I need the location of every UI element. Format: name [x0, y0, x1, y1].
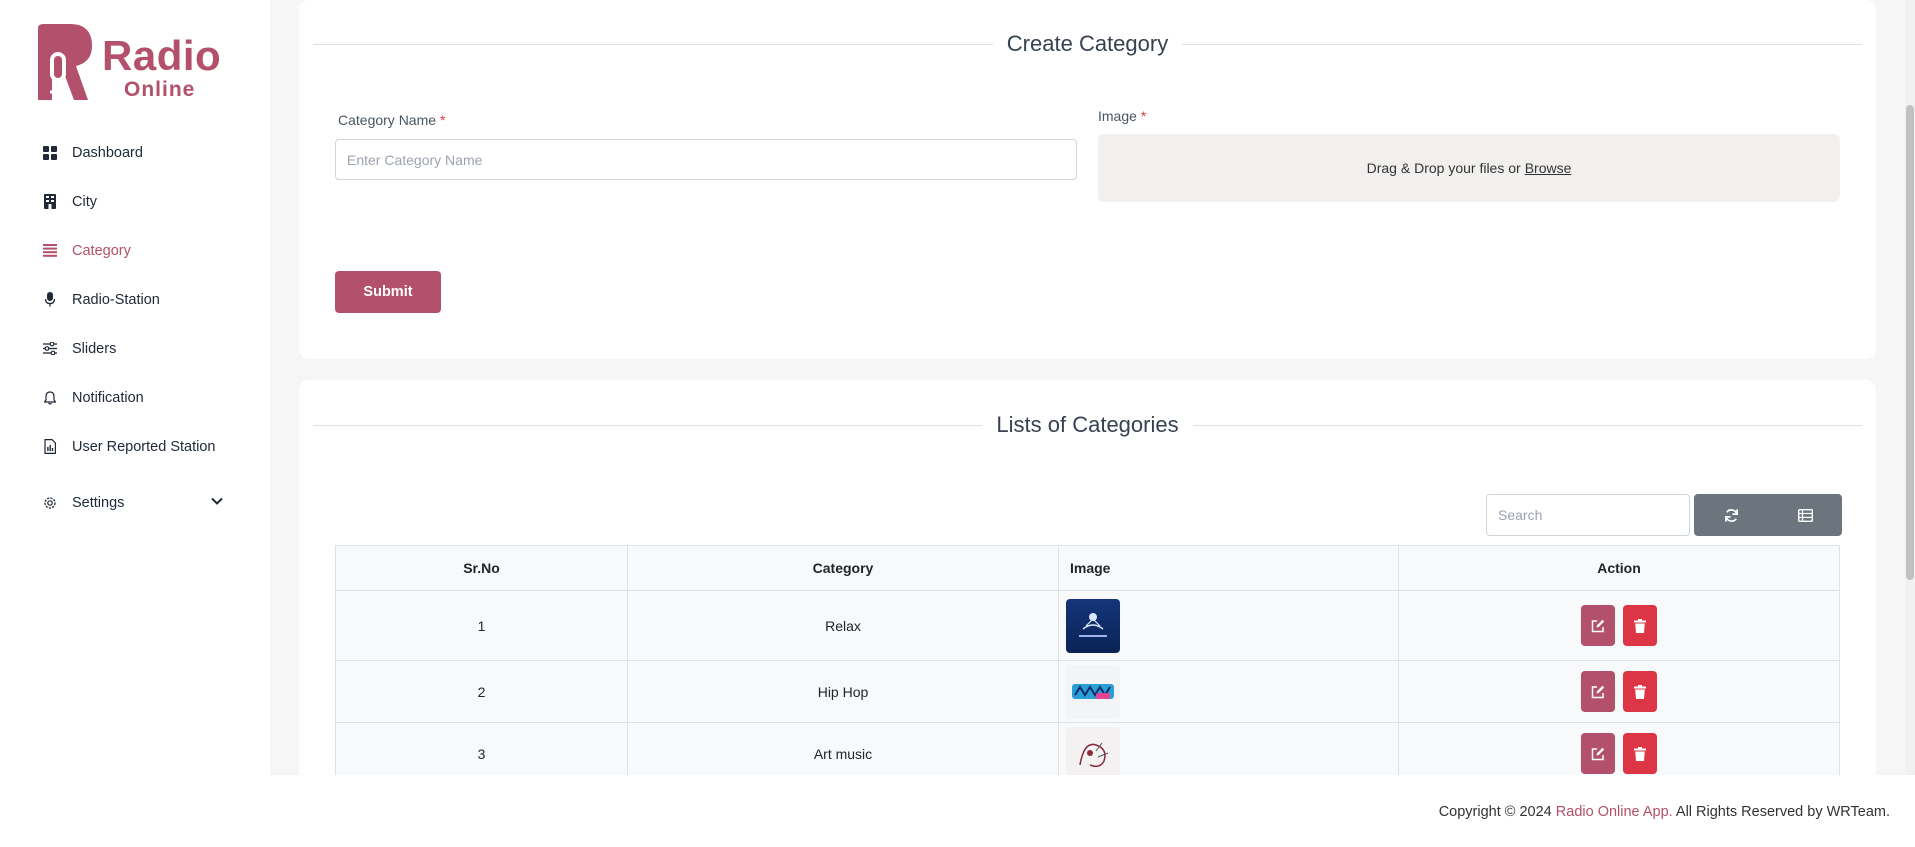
sidebar-item-label: City	[72, 193, 97, 210]
bell-icon	[42, 390, 58, 406]
sidebar-nav: Dashboard City Category Radio-Station Sl…	[0, 128, 270, 527]
sidebar-item-label: Dashboard	[72, 144, 143, 161]
columns-toggle-icon	[1797, 508, 1813, 522]
cell-sr-no: 1	[335, 590, 628, 661]
edit-icon	[1591, 747, 1605, 760]
create-category-card: Create Category Category Name * Image * …	[299, 0, 1876, 359]
refresh-icon	[1724, 508, 1738, 522]
divider	[1192, 424, 1863, 426]
sidebar-item-label: Settings	[72, 494, 125, 511]
category-list-card: Lists of Categories Sr.No Category Image…	[299, 380, 1876, 785]
sidebar-item-label: Notification	[72, 389, 144, 406]
edit-icon	[1591, 685, 1605, 698]
sidebar-item-city[interactable]: City	[0, 177, 270, 226]
category-name-label-text: Category Name	[338, 112, 437, 128]
edit-button[interactable]	[1581, 605, 1615, 646]
footer-copyright: Copyright © 2024 Radio Online App. All R…	[1439, 804, 1890, 820]
browse-link[interactable]: Browse	[1525, 160, 1572, 176]
art-music-thumbnail[interactable]	[1066, 726, 1120, 781]
footer: Copyright © 2024 Radio Online App. All R…	[0, 775, 1915, 847]
image-dropzone[interactable]: Drag & Drop your files or Browse	[1098, 134, 1840, 202]
column-header-image[interactable]: Image	[1058, 545, 1399, 591]
scrollbar-thumb[interactable]	[1906, 105, 1914, 580]
edit-button[interactable]	[1581, 671, 1615, 712]
category-name-input[interactable]	[335, 139, 1077, 180]
cell-category: Relax	[627, 590, 1059, 661]
required-mark: *	[439, 112, 446, 128]
relax-thumbnail[interactable]	[1066, 598, 1120, 653]
cell-image	[1058, 590, 1399, 661]
sidebar-item-label: User Reported Station	[72, 438, 216, 455]
columns-toggle-button[interactable]	[1768, 494, 1842, 536]
sidebar-item-label: Radio-Station	[72, 291, 160, 308]
required-mark: *	[1140, 108, 1147, 124]
table-header-row: Sr.No Category Image Action	[335, 545, 1840, 591]
cell-sr-no: 2	[335, 660, 628, 723]
dropzone-text: Drag & Drop your files or	[1366, 160, 1521, 176]
cell-actions	[1398, 590, 1840, 661]
cell-actions	[1398, 660, 1840, 723]
page-scrollbar[interactable]	[1905, 0, 1915, 775]
sliders-icon	[42, 341, 58, 357]
categories-table: Sr.No Category Image Action 1 Relax 2 Hi…	[335, 545, 1840, 785]
chevron-down-icon[interactable]	[210, 494, 224, 508]
sidebar-item-dashboard[interactable]: Dashboard	[0, 128, 270, 177]
search-input[interactable]	[1486, 494, 1690, 536]
footer-prefix: Copyright © 2024	[1438, 804, 1552, 820]
list-title-row: Lists of Categories	[313, 412, 1863, 437]
create-category-title-row: Create Category	[313, 31, 1863, 56]
delete-button[interactable]	[1623, 605, 1657, 646]
footer-suffix: All Rights Reserved by WRTeam.	[1675, 804, 1890, 820]
edit-button[interactable]	[1581, 733, 1615, 774]
sidebar-item-notification[interactable]: Notification	[0, 373, 270, 422]
table-row: 2 Hip Hop	[335, 660, 1840, 723]
sidebar-item-radio-station[interactable]: Radio-Station	[0, 275, 270, 324]
edit-icon	[1591, 619, 1605, 632]
column-header-action[interactable]: Action	[1398, 545, 1840, 591]
gear-icon	[42, 495, 58, 511]
delete-button[interactable]	[1623, 671, 1657, 712]
logo-title: Radio	[102, 32, 222, 79]
dashboard-grid-icon	[42, 145, 58, 161]
list-icon	[42, 243, 58, 259]
divider	[313, 424, 983, 426]
sidebar-item-category[interactable]: Category	[0, 226, 270, 275]
table-button-group	[1694, 494, 1842, 536]
cell-category: Hip Hop	[627, 660, 1059, 723]
divider	[313, 43, 993, 45]
cell-image	[1058, 660, 1399, 723]
table-row: 1 Relax	[335, 590, 1840, 661]
sidebar-item-label: Category	[72, 242, 131, 259]
list-title: Lists of Categories	[996, 412, 1179, 437]
microphone-icon	[42, 292, 58, 308]
logo[interactable]: Radio Online	[36, 24, 226, 104]
trash-icon	[1634, 746, 1646, 761]
trash-icon	[1634, 618, 1646, 633]
image-label: Image *	[1098, 108, 1146, 124]
sidebar-item-user-reported-station[interactable]: User Reported Station	[0, 422, 270, 471]
sidebar-item-settings[interactable]: Settings	[0, 478, 270, 527]
divider	[1182, 43, 1863, 45]
image-label-text: Image	[1098, 108, 1137, 124]
trash-icon	[1634, 684, 1646, 699]
building-icon	[42, 194, 58, 210]
column-header-sr-no[interactable]: Sr.No	[335, 545, 628, 591]
sidebar-item-sliders[interactable]: Sliders	[0, 324, 270, 373]
category-name-label: Category Name *	[338, 112, 445, 128]
create-category-title: Create Category	[1006, 31, 1169, 56]
sidebar: Radio Online Dashboard City Category Rad…	[0, 0, 270, 775]
table-toolbar	[1486, 494, 1842, 536]
delete-button[interactable]	[1623, 733, 1657, 774]
radio-logo-icon	[38, 24, 92, 100]
column-header-category[interactable]: Category	[627, 545, 1059, 591]
submit-button[interactable]: Submit	[335, 271, 441, 313]
report-file-icon	[42, 439, 58, 455]
footer-brand-link[interactable]: Radio Online App.	[1556, 804, 1673, 820]
logo-subtitle: Online	[124, 78, 196, 101]
refresh-button[interactable]	[1694, 494, 1768, 536]
hip-hop-thumbnail[interactable]	[1066, 664, 1120, 719]
sidebar-item-label: Sliders	[72, 340, 117, 357]
